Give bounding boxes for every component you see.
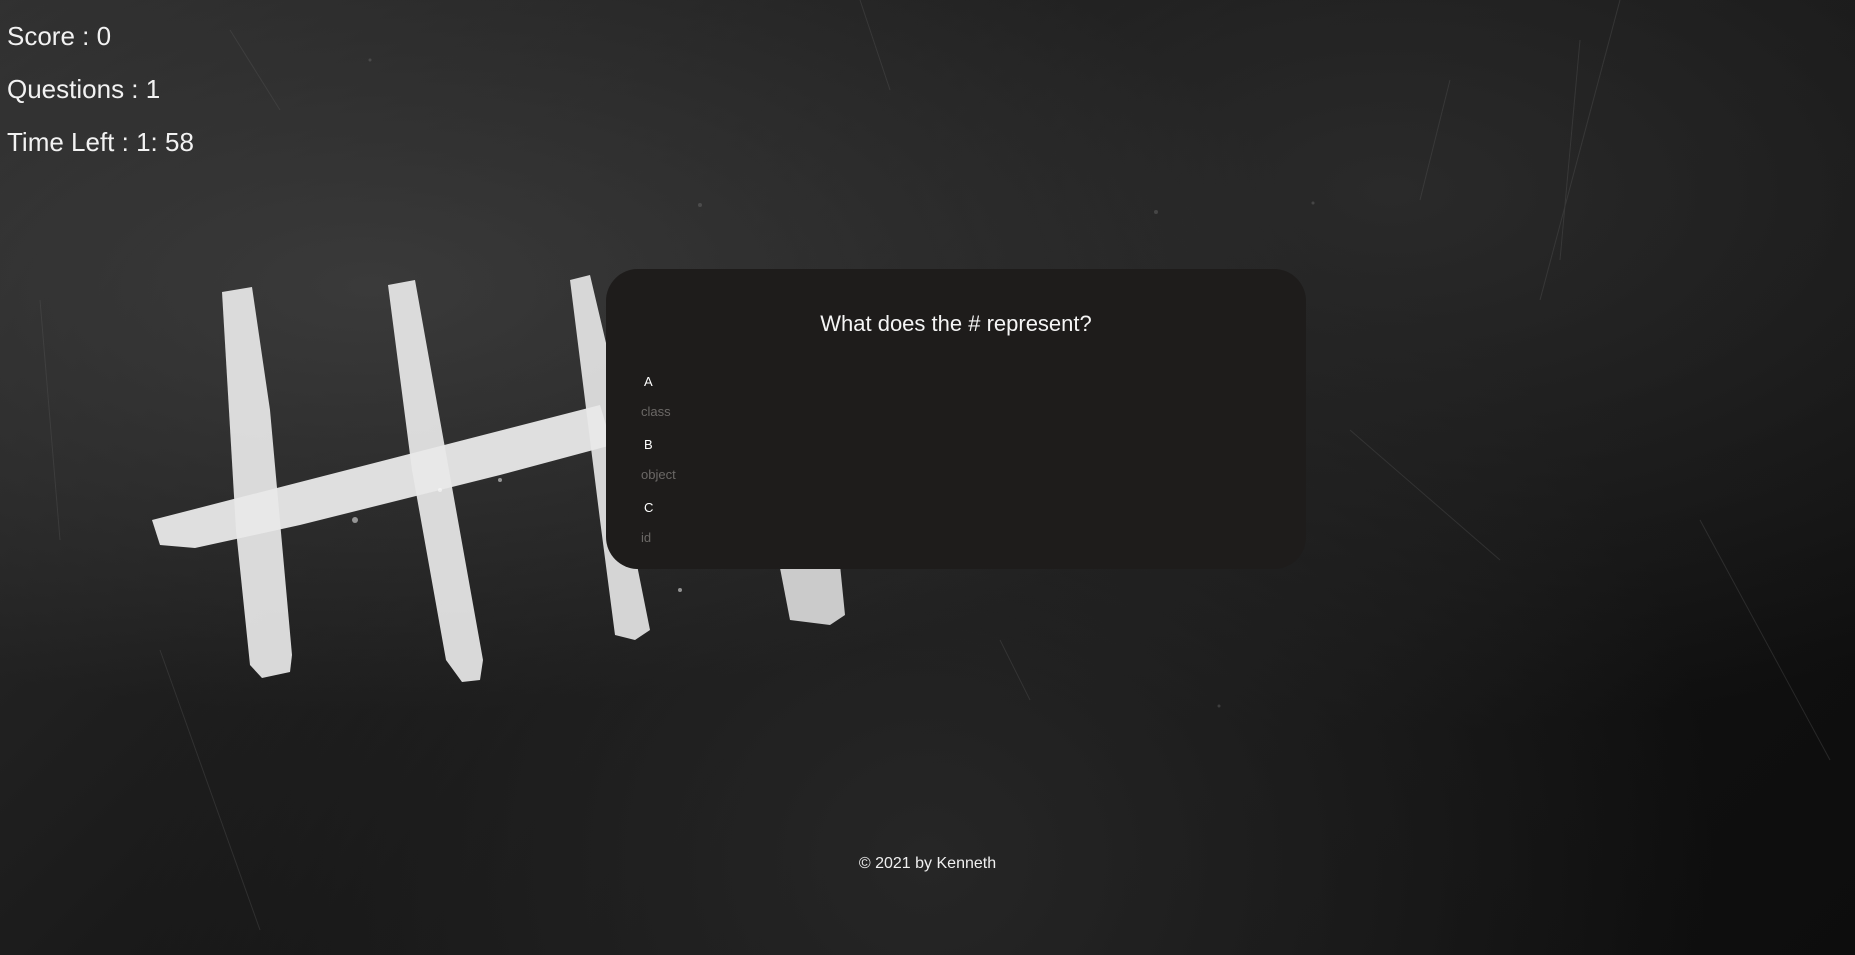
choices-list: A class B object C id bbox=[641, 373, 676, 562]
choice-text[interactable]: id bbox=[641, 530, 676, 562]
score-label: Score : 0 bbox=[7, 21, 112, 51]
choice-letter: C bbox=[644, 500, 654, 515]
choice-letter: B bbox=[644, 437, 653, 452]
choice-c[interactable]: C id bbox=[641, 499, 676, 562]
stats-panel: Score : 0 Questions : 1 Time Left : 1: 5… bbox=[7, 10, 194, 169]
choice-a[interactable]: A class bbox=[641, 373, 676, 436]
time-left-label: Time Left : 1: 58 bbox=[7, 127, 194, 157]
choice-letter: A bbox=[644, 374, 653, 389]
choice-text[interactable]: object bbox=[641, 467, 676, 499]
questions-label: Questions : 1 bbox=[7, 74, 161, 104]
quiz-card: What does the # represent? A class B obj… bbox=[606, 269, 1306, 569]
question-text: What does the # represent? bbox=[820, 311, 1092, 336]
footer-copyright: © 2021 by Kenneth bbox=[858, 855, 997, 872]
choice-b[interactable]: B object bbox=[641, 436, 676, 499]
choice-text[interactable]: class bbox=[641, 404, 676, 436]
